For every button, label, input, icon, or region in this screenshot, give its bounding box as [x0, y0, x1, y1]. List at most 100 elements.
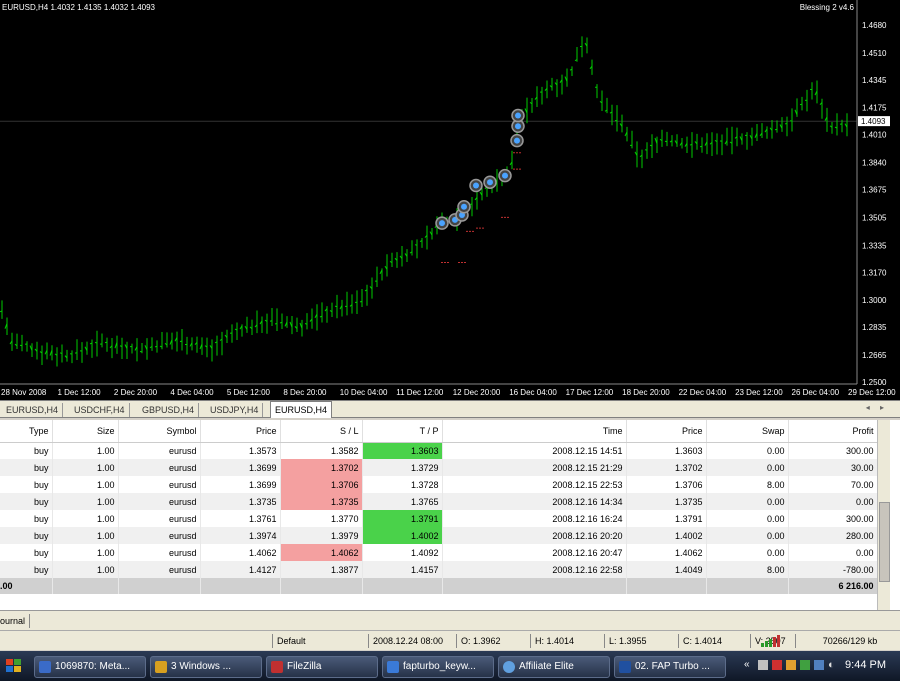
cell-stop-loss: 1.3706	[280, 476, 363, 493]
col-profit[interactable]: Profit	[788, 420, 878, 443]
cell-open-price: 1.3699	[200, 459, 281, 476]
order-marker-dot	[439, 220, 445, 227]
cell-open-time: 2008.12.15 22:53	[442, 476, 627, 493]
total-profit: 6 216.00	[788, 578, 878, 594]
cell-open-time: 2008.12.16 22:58	[442, 561, 627, 578]
clock[interactable]: 9:44 PM	[845, 659, 886, 671]
trade-table: Type Size Symbol Price S / L T / P Time …	[0, 420, 878, 594]
terminal-scrollbar[interactable]	[877, 420, 890, 610]
status-bar: Default 2008.12.24 08:00 O: 1.3962 H: 1.…	[0, 630, 900, 650]
cell-symbol: eurusd	[118, 493, 201, 510]
cell-size: 1.00	[52, 459, 119, 476]
tray-app-icon[interactable]	[800, 660, 810, 670]
tab-scroll-arrows[interactable]: ◂ ▸	[866, 403, 888, 412]
time-tick-label: 2 Dec 20:00	[114, 388, 158, 397]
table-row[interactable]: buy 1.00 eurusd 1.3974 1.3979 1.4002 2008.12.1…	[0, 527, 878, 544]
tray-app-icon[interactable]	[758, 660, 768, 670]
tab-usdjpy-h4[interactable]: USDJPY,H4	[206, 403, 264, 417]
chart-header: EURUSD,H4 1.4032 1.4135 1.4032 1.4093	[2, 3, 155, 12]
cell-profit: 280.00	[788, 527, 878, 544]
candle-open-tick	[279, 321, 283, 324]
time-tick-label: 18 Dec 20:00	[622, 388, 670, 397]
col-price[interactable]: Price	[200, 420, 281, 443]
start-icon[interactable]	[6, 659, 22, 673]
tray-app-icon[interactable]	[786, 660, 796, 670]
terminal-tabs: ournal	[0, 610, 900, 630]
expert-name: Blessing 2 v4.6	[799, 3, 854, 12]
time-tick-label: 29 Dec 12:00	[848, 388, 896, 397]
cell-swap: 8.00	[706, 561, 789, 578]
col-current-price[interactable]: Price	[626, 420, 707, 443]
table-row[interactable]: buy 1.00 eurusd 1.3735 1.3735 1.3765 2008.12.1…	[0, 493, 878, 510]
table-row[interactable]: buy 1.00 eurusd 1.4062 1.4062 1.4092 2008.12.1…	[0, 544, 878, 561]
col-size[interactable]: Size	[52, 420, 119, 443]
cell-type: buy	[0, 476, 53, 493]
price-chart[interactable]: 1.4680 1.4510 1.4345 1.4175 1.4010 1.3840 1.36…	[0, 0, 900, 400]
col-swap[interactable]: Swap	[706, 420, 789, 443]
taskbar-item-fapturbo-keywords[interactable]: fapturbo_keyw...	[382, 656, 494, 678]
cell-type: buy	[0, 493, 53, 510]
col-type[interactable]: Type	[0, 420, 53, 443]
cell-profit: 300.00	[788, 510, 878, 527]
table-row[interactable]: buy 1.00 eurusd 1.4127 1.3877 1.4157 2008.12.1…	[0, 561, 878, 578]
taskbar-item-metatrader[interactable]: 1069870: Meta...	[34, 656, 146, 678]
cell-size: 1.00	[52, 476, 119, 493]
tray-expand-icon[interactable]: «	[744, 659, 750, 670]
cell-open-price: 1.3974	[200, 527, 281, 544]
table-row[interactable]: buy 1.00 eurusd 1.3761 1.3770 1.3791 2008.12.1…	[0, 510, 878, 527]
cell-type: buy	[0, 510, 53, 527]
word-icon	[619, 661, 631, 673]
time-tick-label: 10 Dec 04:00	[340, 388, 388, 397]
cell-open-price: 1.4127	[200, 561, 281, 578]
tab-journal[interactable]: ournal	[0, 614, 31, 628]
current-price-label: 1.4093	[861, 117, 886, 126]
tab-eurusd-h4[interactable]: EURUSD,H4	[2, 403, 64, 417]
col-tp[interactable]: T / P	[362, 420, 443, 443]
table-row[interactable]: buy 1.00 eurusd 1.3573 1.3582 1.3603 2008.12.1…	[0, 442, 878, 459]
tab-usdchf-h4[interactable]: USDCHF,H4	[70, 403, 130, 417]
taskbar-item-windows[interactable]: 3 Windows ...	[150, 656, 262, 678]
price-tick-label: 1.3000	[862, 296, 887, 305]
tray-app-icon[interactable]	[772, 660, 782, 670]
status-traffic: 70266/129 kb	[795, 634, 900, 648]
status-profile: Default	[272, 634, 368, 648]
tab-gbpusd-h4[interactable]: GBPUSD,H4	[138, 403, 200, 417]
cell-take-profit: 1.4092	[362, 544, 443, 561]
tab-eurusd-h4-active[interactable]: EURUSD,H4	[270, 401, 333, 418]
order-marker-dot	[473, 182, 479, 189]
candle-open-tick	[334, 305, 338, 308]
time-tick-label: 26 Dec 04:00	[792, 388, 840, 397]
network-icon[interactable]	[814, 660, 824, 670]
cell-current-price: 1.4002	[626, 527, 707, 544]
time-tick-label: 16 Dec 04:00	[509, 388, 557, 397]
table-row[interactable]: buy 1.00 eurusd 1.3699 1.3706 1.3728 2008.12.1…	[0, 476, 878, 493]
cell-symbol: eurusd	[118, 459, 201, 476]
col-symbol[interactable]: Symbol	[118, 420, 201, 443]
price-tick-label: 1.3840	[862, 159, 887, 168]
taskbar-item-filezilla[interactable]: FileZilla	[266, 656, 378, 678]
order-marker-dot	[515, 123, 521, 130]
cell-swap: 8.00	[706, 476, 789, 493]
status-low: L: 1.3955	[604, 634, 678, 648]
col-sl[interactable]: S / L	[280, 420, 363, 443]
time-tick-label: 12 Dec 20:00	[453, 388, 501, 397]
volume-icon[interactable]: ◐	[828, 659, 835, 671]
price-tick-label: 1.3335	[862, 241, 887, 250]
cell-current-price: 1.4049	[626, 561, 707, 578]
taskbar-item-fap-turbo[interactable]: 02. FAP Turbo ...	[614, 656, 726, 678]
price-tick-label: 1.4345	[862, 76, 887, 85]
cell-take-profit: 1.3791	[362, 510, 443, 527]
price-tick-label: 1.3675	[862, 186, 887, 195]
scrollbar-thumb[interactable]	[879, 502, 890, 582]
cell-profit: 30.00	[788, 459, 878, 476]
price-tick-label: 1.4510	[862, 49, 887, 58]
taskbar-item-affiliate-elite[interactable]: Affiliate Elite	[498, 656, 610, 678]
col-time[interactable]: Time	[442, 420, 627, 443]
cell-take-profit: 1.3729	[362, 459, 443, 476]
cell-stop-loss: 1.3735	[280, 493, 363, 510]
table-row[interactable]: buy 1.00 eurusd 1.3699 1.3702 1.3729 2008.12.1…	[0, 459, 878, 476]
cell-type: buy	[0, 442, 53, 459]
folder-icon	[155, 661, 167, 673]
cell-open-time: 2008.12.15 14:51	[442, 442, 627, 459]
candle-open-tick	[304, 323, 308, 325]
